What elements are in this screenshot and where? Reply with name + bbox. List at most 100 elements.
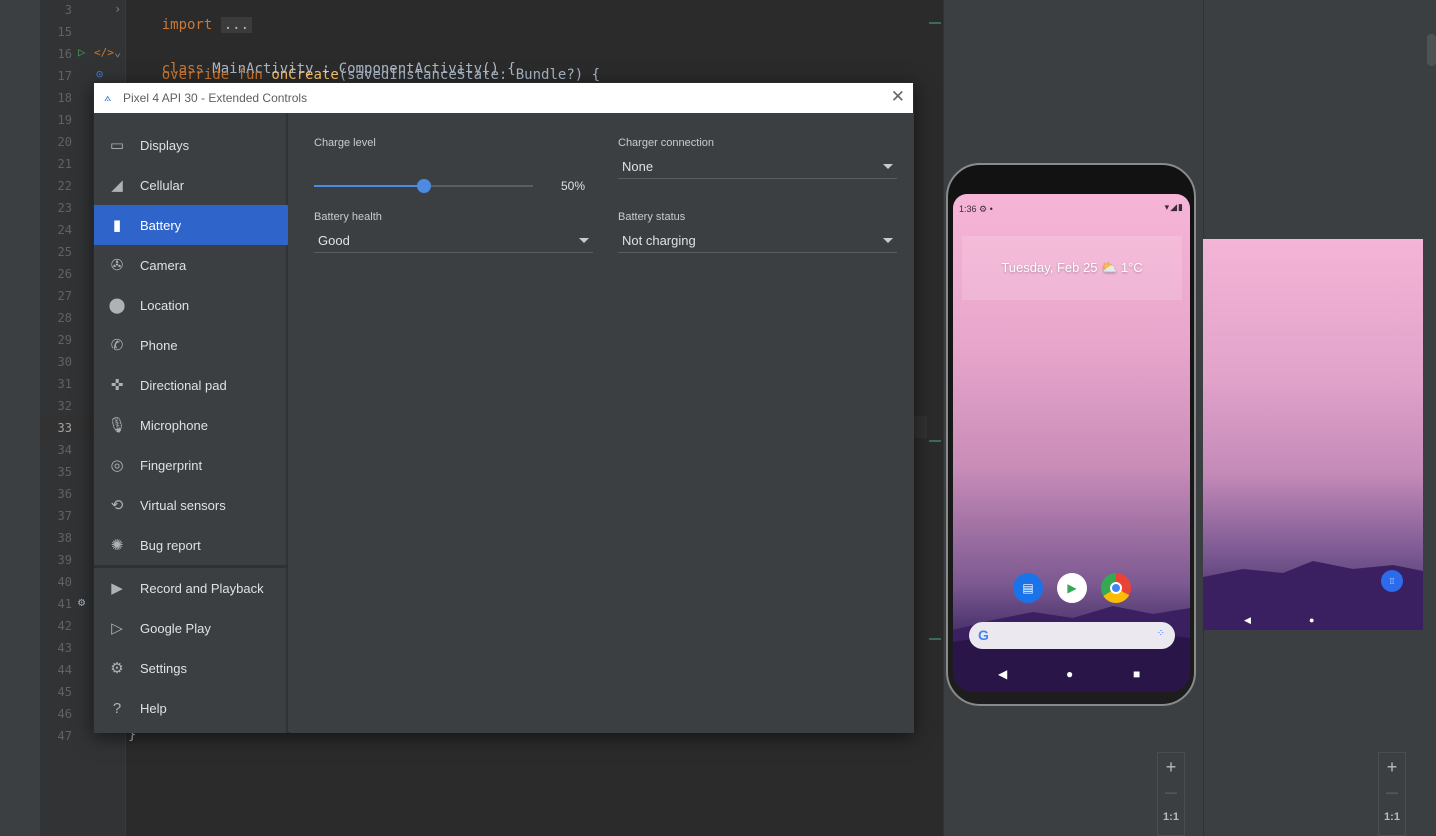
date-weather-widget[interactable]: Tuesday, Feb 25 ⛅ 1°C bbox=[962, 236, 1182, 300]
code-tag-icon[interactable]: </> bbox=[94, 46, 114, 59]
line-number: 39 bbox=[57, 553, 72, 567]
change-marker[interactable] bbox=[929, 22, 941, 24]
run-icon[interactable]: ▷ bbox=[78, 45, 85, 59]
battery-status-label: Battery status bbox=[618, 211, 686, 223]
play-store-app-icon[interactable]: ▶ bbox=[1057, 573, 1087, 603]
android-studio-icon: ⟑ bbox=[104, 90, 112, 104]
sidebar-item-google-play[interactable]: ▷ Google Play bbox=[94, 608, 288, 648]
zoom-out-button[interactable]: — bbox=[1158, 785, 1184, 799]
sidebar-item-label: Microphone bbox=[140, 417, 208, 433]
sidebar-item-bug-report[interactable]: ✺ Bug report bbox=[94, 525, 288, 565]
line-number: 25 bbox=[57, 245, 72, 259]
google-g-icon: G bbox=[978, 627, 989, 643]
sidebar-item-microphone[interactable]: 🎙 Microphone bbox=[94, 405, 288, 445]
zoom-actual-size-button[interactable]: 1:1 bbox=[1158, 811, 1184, 823]
line-number: 32 bbox=[57, 399, 72, 413]
function-params: (savedInstanceState: Bundle?) { bbox=[338, 67, 601, 83]
line-number: 26 bbox=[57, 267, 72, 281]
charge-level-slider-fill bbox=[314, 185, 424, 187]
settings-gutter-icon: ⚙ bbox=[78, 595, 86, 609]
sidebar-item-directional-pad[interactable]: ✜ Directional pad bbox=[94, 365, 288, 405]
settings-status-icon: ⚙ bbox=[979, 204, 988, 214]
zoom-out-button[interactable]: — bbox=[1379, 785, 1405, 799]
line-number: 42 bbox=[57, 619, 72, 633]
dpad-icon: ✜ bbox=[110, 377, 124, 394]
sidebar-item-label: Directional pad bbox=[140, 377, 227, 393]
charger-connection-label: Charger connection bbox=[618, 137, 715, 149]
battery-icon: ▮ bbox=[112, 217, 122, 234]
line-number: 20 bbox=[57, 135, 72, 149]
sidebar-item-displays[interactable]: ▭ Displays bbox=[94, 125, 288, 165]
assistant-icon[interactable]: ⁘ bbox=[1157, 628, 1165, 639]
chrome-app-icon[interactable] bbox=[1101, 573, 1131, 603]
recents-icon[interactable]: ■ bbox=[1133, 667, 1140, 681]
device-screen[interactable]: 1:36 ⚙ • ▾◢▮ Tuesday, Feb 25 ⛅ 1°C ▤ ▶ G… bbox=[953, 194, 1190, 692]
window-titlebar[interactable]: ⟑ Pixel 4 API 30 - Extended Controls ✕ bbox=[94, 83, 913, 113]
home-icon[interactable]: ● bbox=[1066, 667, 1073, 681]
phone-icon: ✆ bbox=[110, 337, 124, 354]
sidebar-item-location[interactable]: ⬤ Location bbox=[94, 285, 288, 325]
sidebar-item-settings[interactable]: ⚙ Settings bbox=[94, 648, 288, 688]
sidebar-item-label: Bug report bbox=[140, 537, 201, 553]
location-pin-icon: ⬤ bbox=[108, 297, 126, 314]
fold-collapse-icon[interactable]: ⌄ bbox=[114, 45, 121, 59]
ide-tool-strip bbox=[0, 0, 40, 836]
status-icons: ▾◢▮ bbox=[1165, 202, 1184, 213]
google-search-bar[interactable]: G ⁘ bbox=[969, 622, 1175, 649]
folded-imports[interactable]: ... bbox=[220, 17, 253, 33]
sidebar-item-virtual-sensors[interactable]: ⟲ Virtual sensors bbox=[94, 485, 288, 525]
line-number: 43 bbox=[57, 641, 72, 655]
battery-health-value: Good bbox=[318, 233, 350, 248]
line-number: 28 bbox=[57, 311, 72, 325]
scrollbar-thumb[interactable] bbox=[1427, 34, 1436, 66]
signal-icon: ◢ bbox=[111, 177, 123, 194]
change-marker[interactable] bbox=[929, 440, 941, 442]
sidebar-item-label: Fingerprint bbox=[140, 457, 203, 473]
charge-level-slider[interactable] bbox=[314, 179, 533, 193]
sidebar-item-label: Cellular bbox=[140, 177, 185, 193]
secondary-device-screen[interactable]: ⁞⁞ ◀ ● bbox=[1203, 239, 1423, 630]
fold-expand-icon[interactable]: › bbox=[114, 2, 121, 16]
zoom-actual-size-button[interactable]: 1:1 bbox=[1379, 811, 1405, 823]
battery-panel: Charge level 50% Charger connection None… bbox=[290, 113, 914, 733]
battery-health-dropdown[interactable]: Good bbox=[314, 227, 593, 253]
override-icon[interactable]: ⊙ bbox=[96, 67, 103, 81]
extended-controls-window: ⟑ Pixel 4 API 30 - Extended Controls ✕ ▭… bbox=[93, 82, 914, 733]
zoom-in-button[interactable]: + bbox=[1379, 757, 1405, 778]
messages-app-icon[interactable]: ▤ bbox=[1013, 573, 1043, 603]
back-icon-secondary[interactable]: ◀ bbox=[1244, 615, 1251, 626]
charge-level-slider-thumb[interactable] bbox=[416, 179, 431, 193]
home-icon-secondary[interactable]: ● bbox=[1309, 615, 1314, 625]
zoom-in-button[interactable]: + bbox=[1158, 757, 1184, 778]
line-number: 30 bbox=[57, 355, 72, 369]
sidebar-item-fingerprint[interactable]: ◎ Fingerprint bbox=[94, 445, 288, 485]
battery-status-dropdown[interactable]: Not charging bbox=[618, 227, 897, 253]
sidebar-item-battery[interactable]: ▮ Battery bbox=[94, 205, 288, 245]
line-number: 21 bbox=[57, 157, 72, 171]
line-number: 33 bbox=[57, 421, 72, 435]
line-number: 24 bbox=[57, 223, 72, 237]
sidebar-item-record-and-playback[interactable]: ▶ Record and Playback bbox=[94, 568, 288, 608]
battery-health-label: Battery health bbox=[314, 211, 382, 223]
date-weather-text: Tuesday, Feb 25 ⛅ 1°C bbox=[1001, 260, 1143, 275]
charger-connection-dropdown[interactable]: None bbox=[618, 153, 897, 179]
line-number: 17 bbox=[57, 69, 72, 83]
sidebar-item-phone[interactable]: ✆ Phone bbox=[94, 325, 288, 365]
sidebar-item-cellular[interactable]: ◢ Cellular bbox=[94, 165, 288, 205]
notification-dot-icon: • bbox=[989, 204, 993, 214]
import-keyword: import bbox=[161, 17, 213, 33]
line-number: 22 bbox=[57, 179, 72, 193]
change-marker[interactable] bbox=[929, 638, 941, 640]
sidebar-divider bbox=[94, 565, 288, 568]
sidebar-item-camera[interactable]: ✇ Camera bbox=[94, 245, 288, 285]
charger-connection-value: None bbox=[622, 159, 654, 174]
app-drawer-icon[interactable]: ⁞⁞ bbox=[1381, 570, 1403, 592]
close-button[interactable]: ✕ bbox=[891, 87, 905, 107]
sidebar-item-label: Location bbox=[140, 297, 190, 313]
line-number: 35 bbox=[57, 465, 72, 479]
line-number: 46 bbox=[57, 707, 72, 721]
back-icon[interactable]: ◀ bbox=[998, 667, 1007, 681]
sidebar-item-help[interactable]: ? Help bbox=[94, 688, 288, 728]
gear-icon: ⚙ bbox=[110, 660, 124, 677]
window-title: Pixel 4 API 30 - Extended Controls bbox=[123, 91, 308, 105]
